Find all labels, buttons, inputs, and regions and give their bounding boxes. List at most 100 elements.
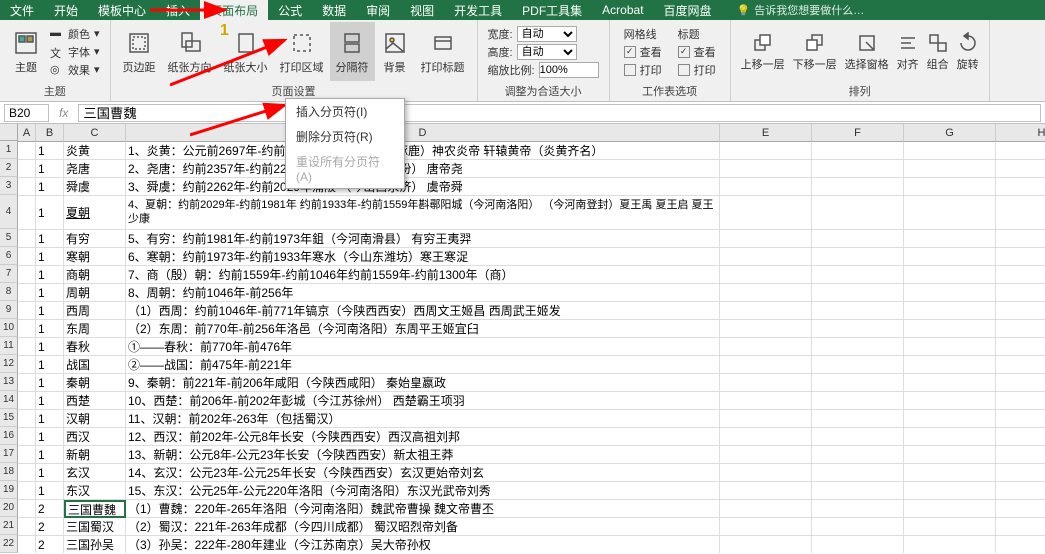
menu-tab-Acrobat[interactable]: Acrobat bbox=[592, 0, 653, 20]
cell[interactable]: 12、西汉：前202年-公元8年长安（今陕西西安）西汉高祖刘邦 bbox=[126, 428, 720, 446]
cell[interactable]: 三国孙吴 bbox=[64, 536, 126, 553]
cell[interactable]: 1 bbox=[36, 338, 64, 356]
fx-icon[interactable]: fx bbox=[53, 106, 74, 120]
menu-tab-公式[interactable]: 公式 bbox=[268, 0, 312, 20]
cell[interactable] bbox=[720, 428, 812, 446]
row-header[interactable]: 5 bbox=[0, 229, 18, 247]
col-header-B[interactable]: B bbox=[36, 124, 64, 142]
headings-view-checkbox[interactable]: ✓查看 bbox=[674, 43, 720, 61]
cell[interactable]: 1 bbox=[36, 142, 64, 160]
row-header[interactable]: 13 bbox=[0, 373, 18, 391]
cell[interactable]: （2）蜀汉：221年-263年成都（今四川成都） 蜀汉昭烈帝刘备 bbox=[126, 518, 720, 536]
cell[interactable] bbox=[18, 518, 36, 536]
cell[interactable]: 2 bbox=[36, 500, 64, 518]
cell[interactable] bbox=[18, 536, 36, 553]
bring-forward-button[interactable]: 上移一层 bbox=[737, 22, 789, 81]
cell[interactable] bbox=[720, 464, 812, 482]
cell[interactable] bbox=[996, 196, 1045, 230]
row-header[interactable]: 2 bbox=[0, 159, 18, 177]
cell[interactable] bbox=[18, 428, 36, 446]
cell[interactable]: 1 bbox=[36, 392, 64, 410]
cell[interactable] bbox=[720, 196, 812, 230]
cell[interactable]: 1 bbox=[36, 302, 64, 320]
cell[interactable] bbox=[18, 356, 36, 374]
cell[interactable]: 三国曹魏 bbox=[64, 500, 126, 518]
cell[interactable] bbox=[720, 410, 812, 428]
cell[interactable] bbox=[904, 536, 996, 553]
cell[interactable] bbox=[904, 160, 996, 178]
cell[interactable]: 7、商（殷）朝：约前1559年-约前1046年约前1559年-约前1300年（商… bbox=[126, 266, 720, 284]
cell[interactable] bbox=[996, 266, 1045, 284]
cell[interactable]: 东周 bbox=[64, 320, 126, 338]
cell[interactable]: 5、有穷：约前1981年-约前1973年鉏（今河南滑县） 有穷王夷羿 bbox=[126, 230, 720, 248]
cell[interactable] bbox=[812, 356, 904, 374]
cell[interactable] bbox=[18, 230, 36, 248]
menu-tab-百度网盘[interactable]: 百度网盘 bbox=[654, 0, 722, 20]
cell[interactable] bbox=[904, 392, 996, 410]
cell[interactable] bbox=[904, 482, 996, 500]
cell[interactable]: 1 bbox=[36, 356, 64, 374]
menu-tab-数据[interactable]: 数据 bbox=[312, 0, 356, 20]
row-header[interactable]: 15 bbox=[0, 409, 18, 427]
cell[interactable]: ②——战国：前475年-前221年 bbox=[126, 356, 720, 374]
cell[interactable] bbox=[904, 446, 996, 464]
headings-print-checkbox[interactable]: 打印 bbox=[674, 61, 720, 79]
cell[interactable] bbox=[720, 536, 812, 553]
cell[interactable]: 战国 bbox=[64, 356, 126, 374]
cell[interactable] bbox=[996, 320, 1045, 338]
cell[interactable] bbox=[812, 410, 904, 428]
cell[interactable]: 玄汉 bbox=[64, 464, 126, 482]
cell[interactable] bbox=[720, 482, 812, 500]
cell[interactable]: 2 bbox=[36, 536, 64, 553]
cell[interactable]: 三国蜀汉 bbox=[64, 518, 126, 536]
send-backward-button[interactable]: 下移一层 bbox=[789, 22, 841, 81]
cell[interactable] bbox=[18, 284, 36, 302]
name-box[interactable] bbox=[4, 104, 49, 122]
col-header-D[interactable]: D bbox=[126, 124, 720, 142]
cell[interactable] bbox=[812, 500, 904, 518]
cell[interactable] bbox=[996, 178, 1045, 196]
cell[interactable] bbox=[812, 518, 904, 536]
cell[interactable]: 1 bbox=[36, 178, 64, 196]
col-header-A[interactable]: A bbox=[18, 124, 36, 142]
reset-page-breaks-item[interactable]: 重设所有分页符(A) bbox=[286, 149, 404, 188]
row-header[interactable]: 18 bbox=[0, 463, 18, 481]
cell[interactable] bbox=[996, 428, 1045, 446]
cell[interactable] bbox=[812, 178, 904, 196]
cell[interactable] bbox=[812, 284, 904, 302]
cell[interactable]: 11、汉朝：前202年-263年（包括蜀汉） bbox=[126, 410, 720, 428]
cell[interactable] bbox=[812, 392, 904, 410]
menu-tab-插入[interactable]: 插入 bbox=[156, 0, 200, 20]
cell[interactable]: 秦朝 bbox=[64, 374, 126, 392]
cell[interactable] bbox=[904, 410, 996, 428]
cell[interactable]: 1 bbox=[36, 196, 64, 230]
cell[interactable] bbox=[904, 428, 996, 446]
cell[interactable]: 1 bbox=[36, 410, 64, 428]
cell[interactable] bbox=[996, 500, 1045, 518]
row-header[interactable]: 3 bbox=[0, 177, 18, 195]
cell[interactable]: 汉朝 bbox=[64, 410, 126, 428]
menu-tab-模板中心[interactable]: 模板中心 bbox=[88, 0, 156, 20]
cell[interactable] bbox=[996, 142, 1045, 160]
cell[interactable] bbox=[904, 518, 996, 536]
cell[interactable] bbox=[996, 392, 1045, 410]
cell[interactable] bbox=[812, 464, 904, 482]
cell[interactable] bbox=[812, 482, 904, 500]
cell[interactable] bbox=[18, 302, 36, 320]
gridlines-print-checkbox[interactable]: 打印 bbox=[620, 61, 666, 79]
cell[interactable]: 1 bbox=[36, 160, 64, 178]
cell[interactable] bbox=[18, 446, 36, 464]
cell[interactable]: 4、夏朝：约前2029年-约前1981年 约前1933年-约前1559年斟鄩阳城… bbox=[126, 196, 720, 230]
gridlines-view-checkbox[interactable]: ✓查看 bbox=[620, 43, 666, 61]
cell[interactable]: （1）曹魏：220年-265年洛阳（今河南洛阳）魏武帝曹操 魏文帝曹丕 bbox=[126, 500, 720, 518]
formula-input[interactable] bbox=[78, 104, 1041, 122]
themes-button[interactable]: 主题 bbox=[6, 22, 46, 81]
cell[interactable] bbox=[904, 230, 996, 248]
cell[interactable]: 西楚 bbox=[64, 392, 126, 410]
width-select[interactable]: 自动 bbox=[517, 26, 577, 42]
cell[interactable] bbox=[996, 482, 1045, 500]
tell-me-search[interactable]: 💡 告诉我您想要做什么… bbox=[737, 2, 865, 18]
cell[interactable]: 1 bbox=[36, 374, 64, 392]
cell[interactable] bbox=[812, 266, 904, 284]
cell[interactable] bbox=[18, 392, 36, 410]
